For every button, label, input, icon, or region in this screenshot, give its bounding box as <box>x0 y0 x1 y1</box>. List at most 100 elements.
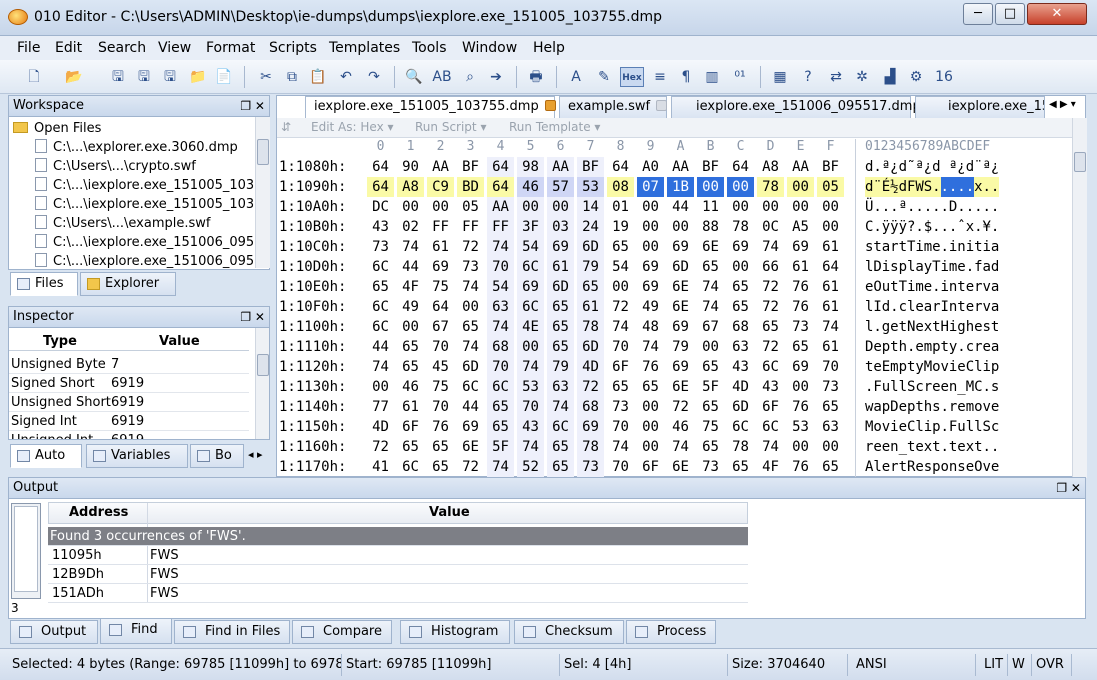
hex-byte[interactable]: 74 <box>667 437 694 457</box>
hex-byte[interactable]: 74 <box>487 457 514 477</box>
hex-byte[interactable]: 00 <box>637 217 664 237</box>
hex-byte[interactable]: 00 <box>457 297 484 317</box>
hex-byte[interactable]: 74 <box>757 237 784 257</box>
hex-byte[interactable]: C9 <box>427 177 454 197</box>
hex-byte[interactable]: 76 <box>787 277 814 297</box>
find-in-files-icon[interactable]: ⌕ <box>460 67 480 87</box>
hex-byte[interactable]: 6C <box>367 297 394 317</box>
tab-auto[interactable]: Auto <box>10 444 82 468</box>
hex-byte[interactable]: 00 <box>757 197 784 217</box>
hex-row-ascii[interactable]: reen_text.text.. <box>865 437 999 457</box>
hex-byte[interactable]: 00 <box>637 397 664 417</box>
hex-byte[interactable]: 00 <box>607 277 634 297</box>
hex-byte[interactable]: 64 <box>367 157 394 177</box>
hex-byte[interactable]: 02 <box>397 217 424 237</box>
close-file-icon[interactable]: 📄 <box>214 67 234 87</box>
hex-byte[interactable]: 61 <box>547 257 574 277</box>
tab-variables[interactable]: Variables <box>86 444 188 468</box>
hex-byte[interactable]: 44 <box>457 397 484 417</box>
hex-byte[interactable]: 65 <box>757 317 784 337</box>
hex-byte[interactable]: 46 <box>517 177 544 197</box>
hex-byte[interactable]: 65 <box>787 337 814 357</box>
hex-byte[interactable]: 6C <box>547 417 574 437</box>
hex-byte[interactable]: 65 <box>487 397 514 417</box>
cut-icon[interactable]: ✂ <box>256 67 276 87</box>
inspector-panel-buttons[interactable]: ❐ ✕ <box>240 307 265 327</box>
inspector-row[interactable]: Unsigned Byte 7 <box>9 355 249 374</box>
hex-row-ascii[interactable]: AlertResponseOve <box>865 457 999 477</box>
hex-byte[interactable]: 4F <box>397 277 424 297</box>
hex-byte[interactable]: 74 <box>757 437 784 457</box>
hex-byte[interactable]: A8 <box>757 157 784 177</box>
hex-byte[interactable]: 46 <box>667 417 694 437</box>
hex-byte[interactable]: 73 <box>607 397 634 417</box>
hex-byte[interactable]: 72 <box>577 377 604 397</box>
hex-byte[interactable]: 74 <box>697 297 724 317</box>
hex-byte[interactable]: 6C <box>757 357 784 377</box>
hex-byte[interactable]: 49 <box>637 297 664 317</box>
close-button[interactable]: ✕ <box>1027 3 1087 25</box>
hex-byte[interactable]: 63 <box>817 417 844 437</box>
hex-byte[interactable]: 65 <box>817 397 844 417</box>
hex-byte[interactable]: 00 <box>727 177 754 197</box>
tab-compare[interactable]: Compare <box>292 620 392 644</box>
workspace-file[interactable]: C:\...\explorer.exe.3060.dmp <box>35 138 238 157</box>
pilcrow-icon[interactable]: ¶ <box>676 67 696 87</box>
hex-byte[interactable]: 64 <box>367 177 394 197</box>
hex-byte[interactable]: 48 <box>637 317 664 337</box>
tab-close-icon[interactable] <box>656 100 668 111</box>
run-script-dropdown[interactable]: Run Script ▾ <box>415 120 486 134</box>
hex-row-ascii[interactable]: wapDepths.remove <box>865 397 999 417</box>
hex-byte[interactable]: 65 <box>397 337 424 357</box>
hex-byte[interactable]: 6E <box>697 237 724 257</box>
hex-byte[interactable]: 76 <box>787 397 814 417</box>
hex-byte[interactable]: 1B <box>667 177 694 197</box>
hex-byte[interactable]: 41 <box>367 457 394 477</box>
hex-byte[interactable]: 65 <box>397 357 424 377</box>
hex-byte[interactable]: 6C <box>457 377 484 397</box>
inspector-row[interactable]: Signed Short 6919 <box>9 374 249 393</box>
menu-window[interactable]: Window <box>462 40 517 56</box>
hex-byte[interactable]: 53 <box>787 417 814 437</box>
tab-close-icon[interactable] <box>544 100 556 111</box>
redo-icon[interactable]: ↷ <box>364 67 384 87</box>
hex-byte[interactable]: BD <box>457 177 484 197</box>
hex-byte[interactable]: 74 <box>697 277 724 297</box>
hex-byte[interactable]: 6C <box>727 417 754 437</box>
tab-checksum[interactable]: Checksum <box>514 620 624 644</box>
status-lit[interactable]: LIT <box>980 654 1008 676</box>
hex-byte[interactable]: 6C <box>517 297 544 317</box>
binary-icon[interactable]: ⁰¹ <box>730 67 750 87</box>
hex-byte[interactable]: 00 <box>727 197 754 217</box>
hex-byte[interactable]: 72 <box>757 277 784 297</box>
new-file-icon[interactable]: 🗋 <box>24 67 44 87</box>
hex-byte[interactable]: 00 <box>637 197 664 217</box>
hex-byte[interactable]: 65 <box>547 457 574 477</box>
hex-byte[interactable]: 70 <box>427 397 454 417</box>
hex-byte[interactable]: 78 <box>577 437 604 457</box>
hex-byte[interactable]: 6C <box>757 417 784 437</box>
hex-byte[interactable]: 4D <box>367 417 394 437</box>
hex-byte[interactable]: 74 <box>457 277 484 297</box>
hex-byte[interactable]: 57 <box>547 177 574 197</box>
hex-byte[interactable]: 43 <box>757 377 784 397</box>
tab-process[interactable]: Process <box>626 620 716 644</box>
hex-byte[interactable]: 00 <box>697 337 724 357</box>
hex-byte[interactable]: 61 <box>817 337 844 357</box>
hex-byte[interactable]: 6E <box>667 457 694 477</box>
hex-byte[interactable]: 54 <box>487 277 514 297</box>
hex-byte[interactable]: 65 <box>547 337 574 357</box>
hex-byte[interactable]: 6D <box>727 397 754 417</box>
workspace-file[interactable]: C:\Users\...\example.swf <box>35 214 210 233</box>
hex-byte[interactable]: 65 <box>697 437 724 457</box>
hex-row[interactable]: 1:1080h: 64 90 AA BF 64 98 AA BF 64 A0 AA BF 64 A8 AA BF… <box>277 157 1072 177</box>
menu-tools[interactable]: Tools <box>412 40 447 56</box>
output-result-row[interactable]: 11095h FWS <box>48 546 748 565</box>
hex-byte[interactable]: 00 <box>667 217 694 237</box>
hex-byte[interactable]: 46 <box>397 377 424 397</box>
hex-row[interactable]: 1:1130h: 00 46 75 6C 6C 53 63 72 65 65 6E 5F 4D 43 00 73… <box>277 377 1072 397</box>
editor-tab[interactable]: iexplore.exe_151006_095517.dmp <box>671 96 938 118</box>
hex-byte[interactable]: 61 <box>817 237 844 257</box>
hex-byte[interactable]: 74 <box>607 437 634 457</box>
hex-byte[interactable]: A5 <box>787 217 814 237</box>
